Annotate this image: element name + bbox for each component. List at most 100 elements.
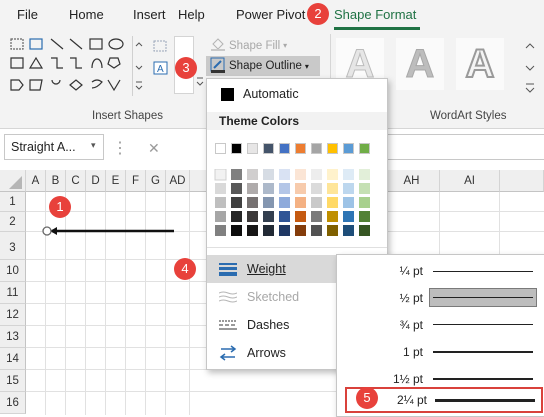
weight-option[interactable]: ¾ pt <box>337 311 544 339</box>
row-header[interactable]: 10 <box>0 260 26 282</box>
weight-line <box>433 297 533 298</box>
theme-colors-header: Theme Colors <box>207 112 387 130</box>
arrows-label: Arrows <box>247 346 286 360</box>
menu-bar: File Home Insert Help Power Pivot Shape … <box>0 0 544 30</box>
weight-option-label: 1 pt <box>402 345 423 359</box>
column-header[interactable]: F <box>126 170 146 192</box>
cancel-formula-icon[interactable]: ✕ <box>148 140 160 157</box>
straight-arrow-shape[interactable] <box>40 222 180 238</box>
column-header[interactable]: AD <box>166 170 190 192</box>
theme-color-swatch[interactable] <box>215 143 226 154</box>
shapes-gallery-icons <box>10 38 124 92</box>
weight-line <box>433 351 533 353</box>
svg-text:A: A <box>157 64 164 75</box>
tab-shape-format[interactable]: Shape Format <box>334 7 416 22</box>
chevron-down-icon: ▾ <box>304 61 309 71</box>
column-header[interactable]: C <box>66 170 86 192</box>
theme-color-shades[interactable] <box>213 168 383 239</box>
row-header[interactable]: 1 <box>0 192 26 212</box>
row-header[interactable]: 14 <box>0 348 26 370</box>
row-header[interactable]: 11 <box>0 282 26 304</box>
callout-badge: 1 <box>49 196 71 218</box>
weight-line <box>433 378 533 380</box>
column-header[interactable]: E <box>106 170 126 192</box>
row-header[interactable]: 13 <box>0 326 26 348</box>
weight-option[interactable]: ½ pt <box>337 284 544 312</box>
pen-icon <box>210 57 226 76</box>
name-box[interactable]: Straight A... ▾ <box>4 134 104 160</box>
column-header[interactable]: B <box>46 170 66 192</box>
column-header[interactable]: D <box>86 170 106 192</box>
arrows-icon <box>219 345 237 364</box>
tab-home[interactable]: Home <box>69 7 104 22</box>
weight-label: Weight <box>247 262 286 276</box>
column-header[interactable]: A <box>26 170 46 192</box>
weight-line <box>435 399 535 402</box>
name-box-value: Straight A... <box>11 140 76 154</box>
column-header[interactable]: G <box>146 170 166 192</box>
shapes-gallery[interactable] <box>8 36 132 96</box>
theme-color-swatch[interactable] <box>263 143 274 154</box>
weight-option-label: ¼ pt <box>399 264 423 278</box>
tab-help[interactable]: Help <box>178 7 205 22</box>
automatic-color-swatch <box>221 88 234 101</box>
theme-color-swatch[interactable] <box>343 143 354 154</box>
select-all-corner[interactable] <box>0 170 26 192</box>
sketched-icon <box>218 291 238 306</box>
chevron-down-icon: ▾ <box>283 41 288 50</box>
tab-power-pivot[interactable]: Power Pivot <box>236 7 305 22</box>
edit-shape-icon[interactable] <box>152 38 170 54</box>
weight-option[interactable]: 1 pt <box>337 338 544 366</box>
row-header[interactable]: 15 <box>0 370 26 392</box>
text-box-icon[interactable]: A <box>152 60 170 76</box>
paint-bucket-icon <box>210 37 226 54</box>
row-header[interactable]: 16 <box>0 392 26 414</box>
wordart-style-3[interactable]: A <box>456 38 504 90</box>
more-options-icon: ⋮ <box>112 140 128 157</box>
theme-color-swatch[interactable] <box>359 143 370 154</box>
theme-color-swatch[interactable] <box>279 143 290 154</box>
callout-badge: 4 <box>174 258 196 280</box>
row-header[interactable]: 3 <box>0 232 26 260</box>
weight-option-label: 2¼ pt <box>396 393 427 407</box>
shape-outline-button[interactable]: Shape Outline ▾ <box>206 56 320 76</box>
shape-fill-button[interactable]: Shape Fill ▾ <box>210 37 287 54</box>
callout-badge: 2 <box>307 3 329 25</box>
column-header[interactable]: AI <box>440 170 500 192</box>
gallery-scroll[interactable] <box>132 36 145 96</box>
theme-color-swatch[interactable] <box>311 143 322 154</box>
automatic-label: Automatic <box>243 87 299 101</box>
theme-color-swatch[interactable] <box>327 143 338 154</box>
row-header[interactable]: 12 <box>0 304 26 326</box>
tab-insert[interactable]: Insert <box>133 7 166 22</box>
wordart-scroll[interactable] <box>520 36 540 96</box>
weight-option-label: ¾ pt <box>399 318 423 332</box>
wordart-letter: A <box>465 41 496 87</box>
dashes-icon <box>219 319 237 334</box>
theme-color-swatch[interactable] <box>231 143 242 154</box>
weight-option[interactable]: ¼ pt <box>337 257 544 285</box>
callout-badge: 5 <box>356 387 378 409</box>
menu-divider <box>207 247 387 248</box>
weight-option-label: 1½ pt <box>392 372 423 386</box>
weight-option-label: ½ pt <box>399 291 423 305</box>
wordart-letter: A <box>405 41 435 86</box>
theme-colors-label: Theme Colors <box>219 114 300 128</box>
theme-color-swatch[interactable] <box>295 143 306 154</box>
automatic-item[interactable]: Automatic <box>207 79 387 109</box>
chevron-down-icon: ▾ <box>91 140 96 150</box>
column-header[interactable]: AH <box>384 170 440 192</box>
column-header[interactable] <box>500 170 544 192</box>
formula-input[interactable] <box>384 134 544 160</box>
group-label-wordart-styles: WordArt Styles <box>430 110 507 122</box>
group-label-insert-shapes: Insert Shapes <box>92 110 163 122</box>
wordart-style-2[interactable]: A <box>396 38 444 90</box>
dashes-label: Dashes <box>247 318 290 332</box>
line-weight-icon <box>219 262 237 279</box>
shape-outline-label: Shape Outline <box>229 60 302 72</box>
shape-fill-label: Shape Fill <box>229 39 281 52</box>
tab-file[interactable]: File <box>17 7 38 22</box>
theme-color-swatch[interactable] <box>247 143 258 154</box>
callout-badge: 3 <box>175 57 197 79</box>
row-header[interactable]: 2 <box>0 212 26 232</box>
